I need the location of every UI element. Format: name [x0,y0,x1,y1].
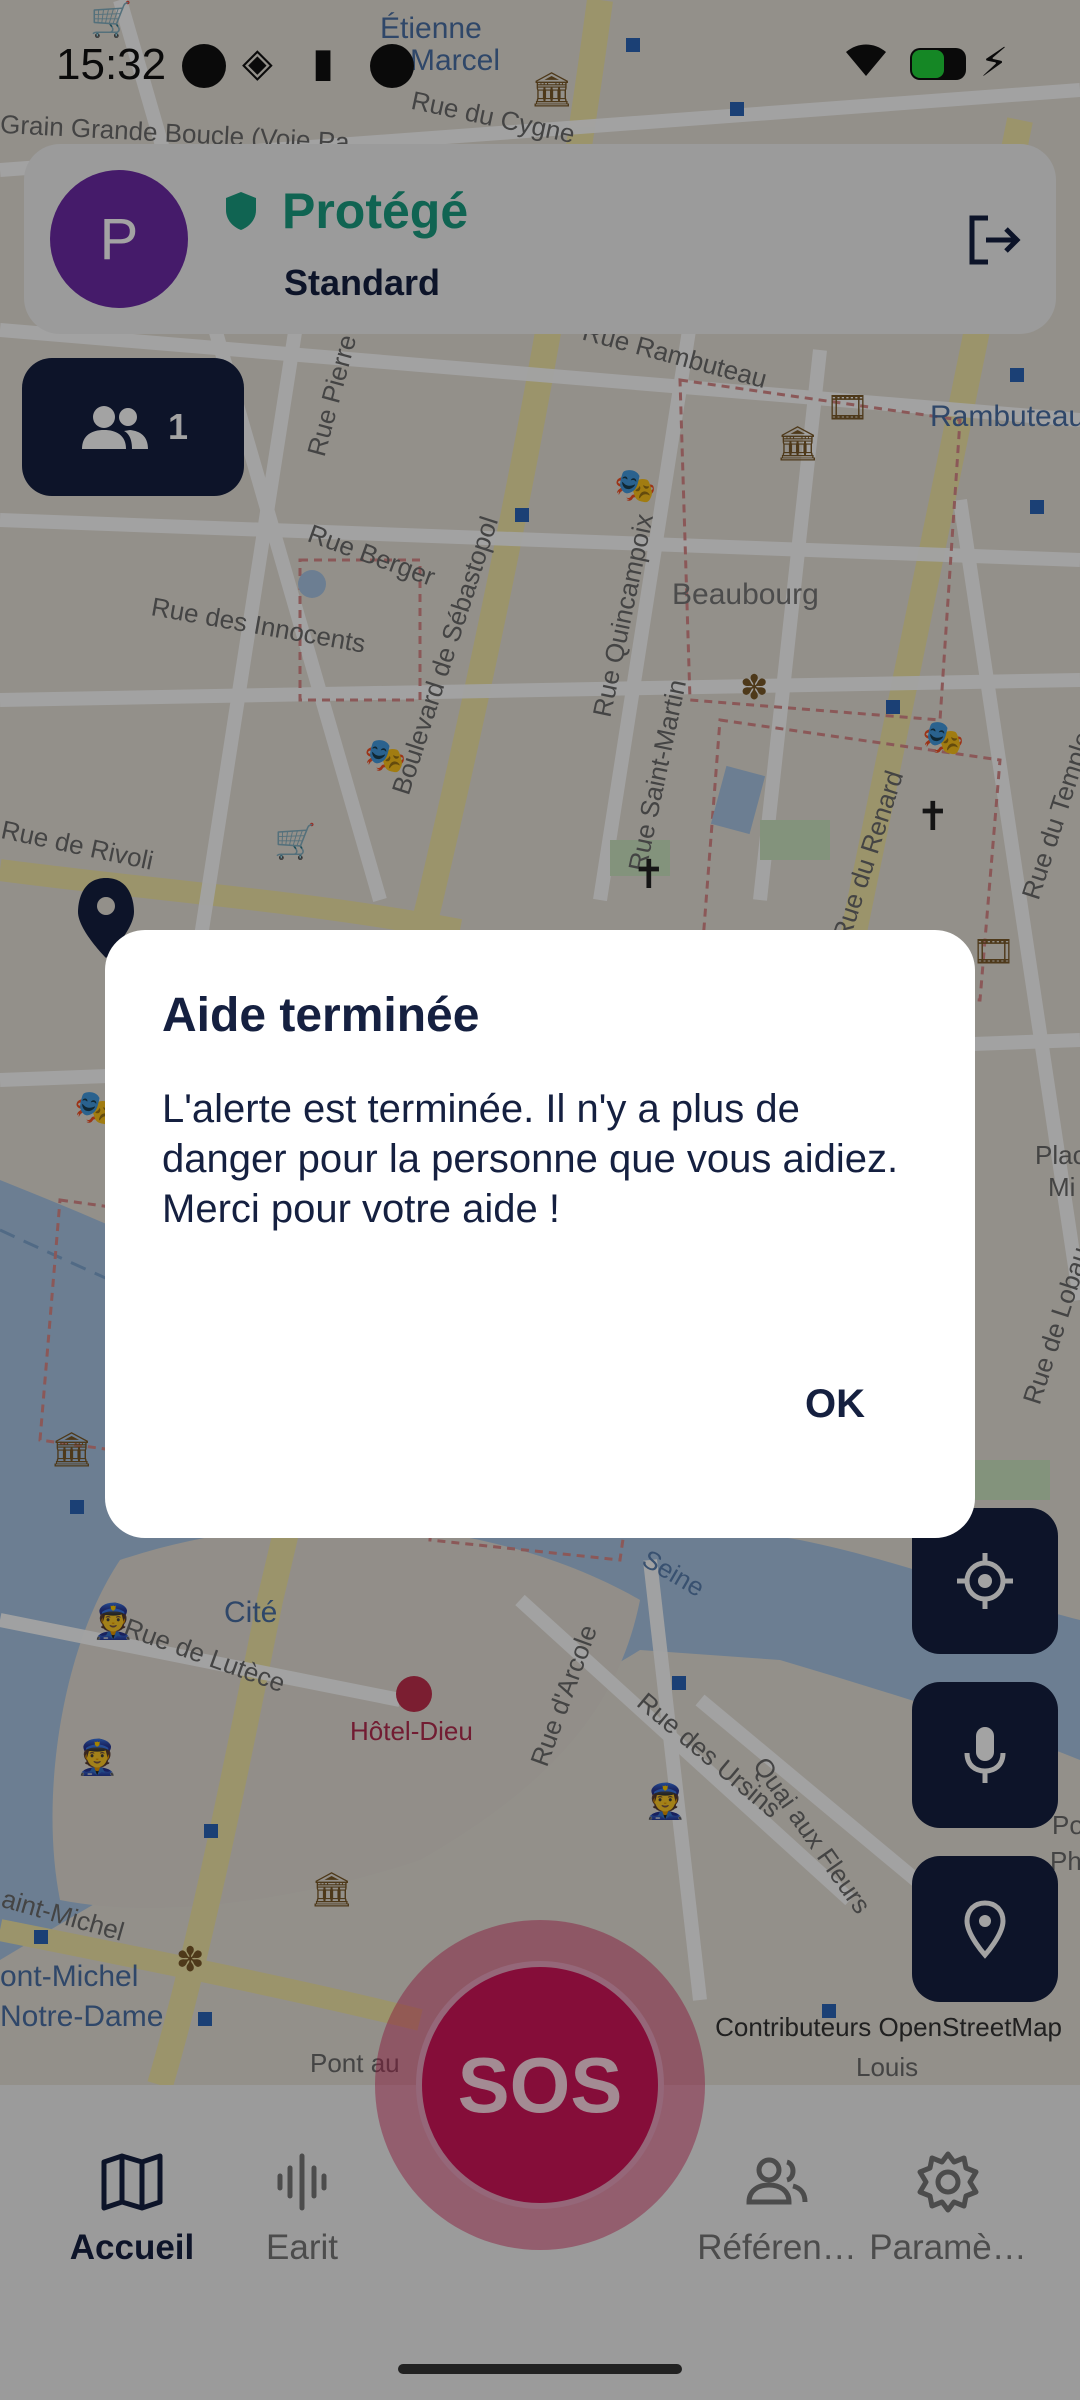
dialog-thanks: Merci pour votre aide ! [162,1187,560,1231]
home-indicator[interactable] [398,2364,682,2374]
ok-button[interactable]: OK [805,1382,865,1427]
help-ended-dialog: Aide terminée L'alerte est terminée. Il … [105,930,975,1538]
dialog-body: L'alerte est terminée. Il n'y a plus de … [162,1084,922,1234]
dialog-title: Aide terminée [162,989,480,1042]
dialog-message: L'alerte est terminée. Il n'y a plus de … [162,1087,899,1181]
